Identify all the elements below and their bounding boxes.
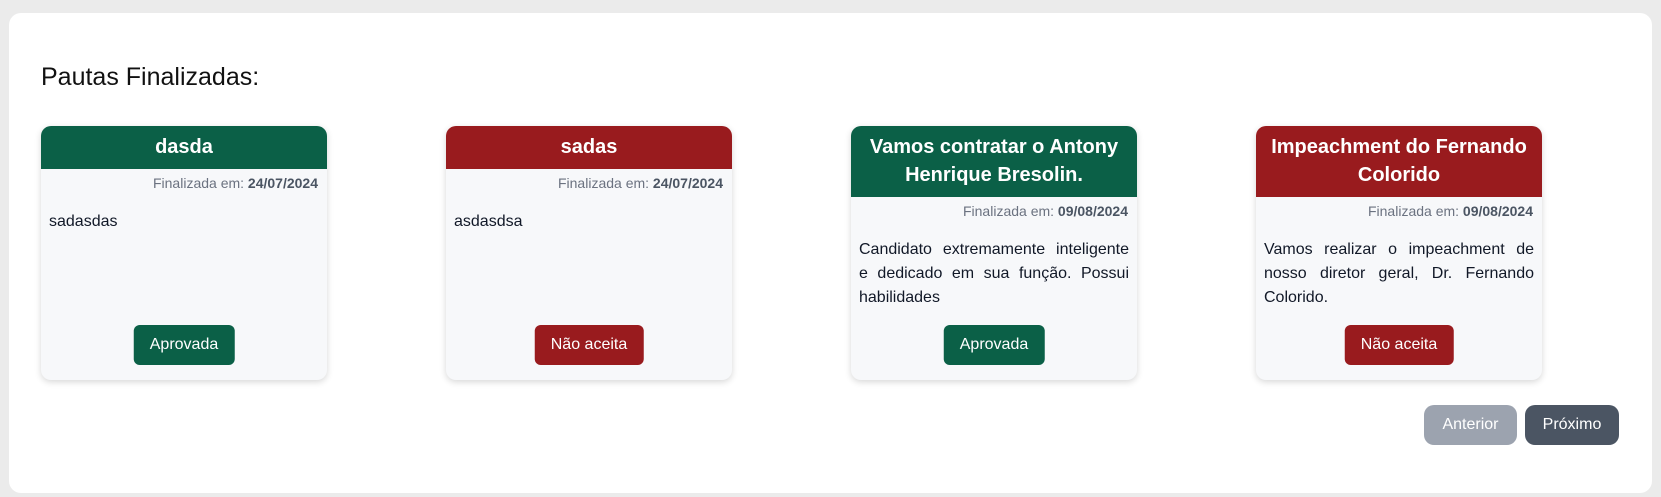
- finalized-agendas-panel: Pautas Finalizadas: dasda Finalizada em:…: [9, 13, 1652, 493]
- finalized-date-value: 24/07/2024: [247, 175, 318, 191]
- card-title: Vamos contratar o Antony Henrique Bresol…: [851, 126, 1137, 197]
- finalized-date: Finalizada em: 09/08/2024: [1256, 197, 1542, 220]
- section-title: Pautas Finalizadas:: [41, 63, 260, 91]
- finalized-label: Finalizada em:: [557, 175, 650, 191]
- card-description: sadasdas: [49, 213, 118, 230]
- agenda-card: Impeachment do Fernando Colorido Finaliz…: [1256, 126, 1542, 380]
- finalized-label: Finalizada em:: [1367, 203, 1460, 219]
- finalized-date: Finalizada em: 24/07/2024: [41, 169, 327, 192]
- status-approved-button[interactable]: Aprovada: [133, 325, 235, 365]
- agenda-card: dasda Finalizada em: 24/07/2024 sadasdas…: [41, 126, 327, 380]
- finalized-date-value: 09/08/2024: [1057, 203, 1128, 219]
- status-rejected-button[interactable]: Não aceita: [534, 325, 644, 365]
- card-description: Vamos realizar o impeachment de nosso di…: [1264, 241, 1534, 306]
- finalized-date: Finalizada em: 09/08/2024: [851, 197, 1137, 220]
- finalized-label: Finalizada em:: [152, 175, 245, 191]
- next-page-button[interactable]: Próximo: [1525, 405, 1619, 445]
- finalized-date-value: 09/08/2024: [1462, 203, 1533, 219]
- status-approved-button[interactable]: Aprovada: [943, 325, 1045, 365]
- card-description: asdasdsa: [454, 213, 523, 230]
- card-title: sadas: [446, 126, 732, 169]
- card-description: Candidato extremamente inteligente e ded…: [859, 241, 1129, 306]
- status-rejected-button[interactable]: Não aceita: [1344, 325, 1454, 365]
- finalized-date: Finalizada em: 24/07/2024: [446, 169, 732, 192]
- finalized-label: Finalizada em:: [962, 203, 1055, 219]
- agenda-card: Vamos contratar o Antony Henrique Bresol…: [851, 126, 1137, 380]
- card-title: dasda: [41, 126, 327, 169]
- card-title: Impeachment do Fernando Colorido: [1256, 126, 1542, 197]
- finalized-date-value: 24/07/2024: [652, 175, 723, 191]
- agenda-card: sadas Finalizada em: 24/07/2024 asdasdsa…: [446, 126, 732, 380]
- previous-page-button[interactable]: Anterior: [1424, 405, 1517, 445]
